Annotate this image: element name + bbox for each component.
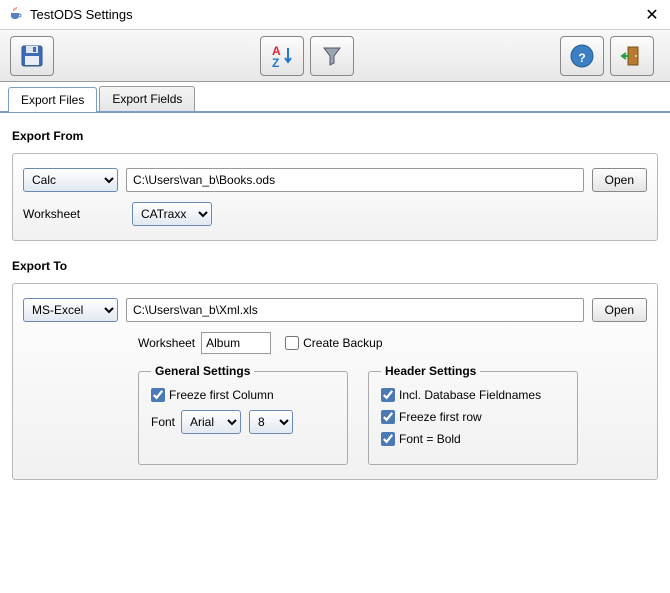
help-icon: ?	[569, 43, 595, 69]
funnel-icon	[319, 43, 345, 69]
font-bold-label: Font = Bold	[399, 432, 461, 446]
from-path-input[interactable]	[126, 168, 584, 192]
create-backup-checkbox[interactable]	[285, 336, 299, 350]
from-worksheet-label: Worksheet	[23, 207, 118, 221]
exit-door-icon	[619, 43, 645, 69]
freeze-first-column-label: Freeze first Column	[169, 388, 274, 402]
sort-az-icon: AZ	[269, 43, 295, 69]
floppy-disk-icon	[19, 43, 45, 69]
general-settings-title: General Settings	[151, 364, 254, 378]
header-settings-group: Header Settings Incl. Database Fieldname…	[368, 364, 578, 465]
font-select[interactable]: Arial	[181, 410, 241, 434]
toolbar: AZ ?	[0, 30, 670, 82]
export-to-title: Export To	[12, 259, 658, 273]
exit-button[interactable]	[610, 36, 654, 76]
freeze-first-row-label: Freeze first row	[399, 410, 482, 424]
export-to-panel: MS-Excel Open Worksheet Create Backup Ge…	[12, 283, 658, 480]
tab-export-files[interactable]: Export Files	[8, 87, 97, 112]
font-bold-checkbox[interactable]	[381, 432, 395, 446]
to-worksheet-input[interactable]	[201, 332, 271, 354]
from-worksheet-select[interactable]: CATraxx	[132, 202, 212, 226]
font-label: Font	[151, 415, 175, 429]
sort-button[interactable]: AZ	[260, 36, 304, 76]
filter-button[interactable]	[310, 36, 354, 76]
export-from-title: Export From	[12, 129, 658, 143]
title-bar: TestODS Settings ✕	[0, 0, 670, 30]
to-open-button[interactable]: Open	[592, 298, 647, 322]
to-worksheet-label: Worksheet	[138, 336, 195, 350]
close-button[interactable]: ✕	[642, 5, 662, 25]
incl-db-fieldnames-checkbox[interactable]	[381, 388, 395, 402]
save-button[interactable]	[10, 36, 54, 76]
tab-export-fields[interactable]: Export Fields	[99, 86, 195, 111]
freeze-first-row-checkbox[interactable]	[381, 410, 395, 424]
help-button[interactable]: ?	[560, 36, 604, 76]
general-settings-group: General Settings Freeze first Column Fon…	[138, 364, 348, 465]
create-backup-label: Create Backup	[303, 336, 382, 350]
font-size-select[interactable]: 8	[249, 410, 293, 434]
java-icon	[8, 7, 24, 23]
to-format-select[interactable]: MS-Excel	[23, 298, 118, 322]
freeze-first-column-checkbox[interactable]	[151, 388, 165, 402]
tab-bar: Export Files Export Fields	[0, 82, 670, 113]
from-format-select[interactable]: Calc	[23, 168, 118, 192]
export-from-panel: Calc Open Worksheet CATraxx	[12, 153, 658, 241]
header-settings-title: Header Settings	[381, 364, 480, 378]
to-path-input[interactable]	[126, 298, 584, 322]
incl-db-fieldnames-label: Incl. Database Fieldnames	[399, 388, 541, 402]
svg-text:Z: Z	[272, 56, 279, 69]
svg-text:?: ?	[578, 51, 585, 65]
from-open-button[interactable]: Open	[592, 168, 647, 192]
window-title: TestODS Settings	[30, 7, 642, 22]
